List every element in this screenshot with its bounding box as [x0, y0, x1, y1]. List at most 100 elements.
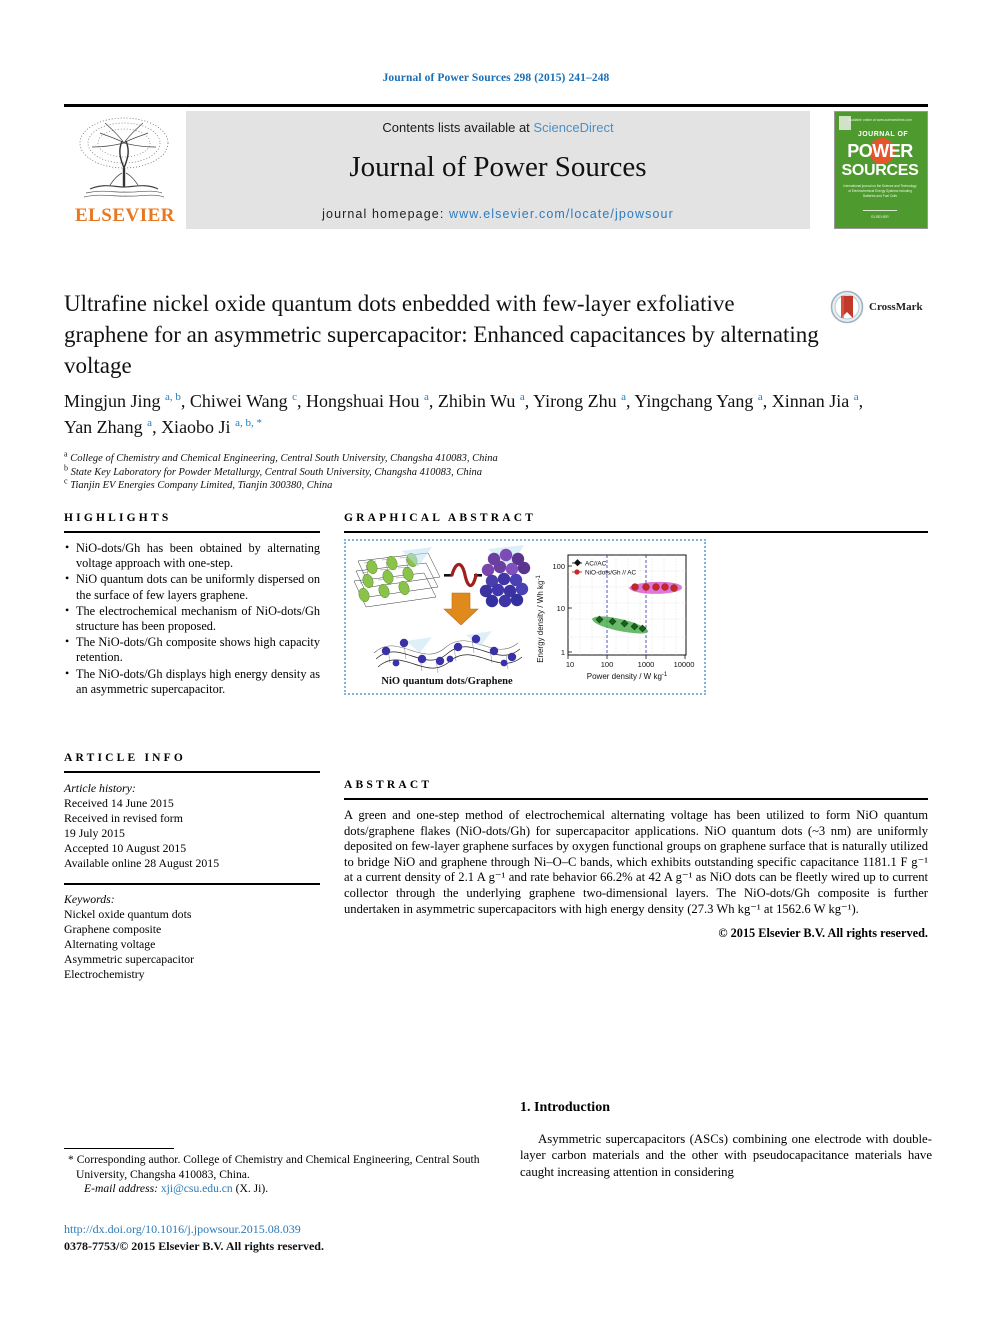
chart-legend-label: AC//AC [585, 561, 607, 568]
article-history-item: Received 14 June 2015 [64, 796, 174, 811]
journal-masthead: ELSEVIER Contents lists available at Sci… [64, 104, 928, 229]
list-item: NiO quantum dots can be uniformly disper… [64, 571, 320, 602]
footnote-divider [64, 1148, 174, 1149]
svg-text:POWER: POWER [847, 141, 913, 161]
keyword-item: Graphene composite [64, 922, 162, 937]
chart-y-tick: 1 [561, 648, 565, 657]
contents-available-line: Contents lists available at ScienceDirec… [186, 120, 810, 135]
highlights-box: NiO-dots/Gh has been obtained by alterna… [64, 531, 320, 697]
footnote-block: * Corresponding author. College of Chemi… [64, 1153, 504, 1197]
article-history-item: Received in revised form [64, 811, 183, 826]
graphical-abstract-caption: NiO quantum dots/Graphene [381, 676, 513, 687]
keywords-label: Keywords: [64, 892, 115, 907]
journal-title: Journal of Power Sources [349, 151, 647, 183]
cover-artwork: Available online at www.sciencedirect.co… [835, 112, 925, 228]
list-item: The NiO-dots/Gh composite shows high cap… [64, 634, 320, 665]
left-column: Highlights NiO-dots/Gh has been obtained… [64, 512, 320, 982]
crossmark-icon [830, 290, 864, 324]
author-item: Hongshuai Hou a [306, 391, 429, 411]
crossmark-badge[interactable]: CrossMark [830, 287, 940, 327]
article-history-label: Article history: [64, 781, 136, 796]
chart-y-tick: 100 [552, 562, 565, 571]
running-head: Journal of Power Sources 298 (2015) 241–… [382, 72, 610, 84]
author-item: Xiaobo Ji a, b, * [161, 417, 262, 437]
svg-text:International journal on the S: International journal on the Science and… [843, 184, 917, 188]
masthead-banner: Contents lists available at ScienceDirec… [186, 111, 810, 229]
journal-cover-thumbnail: Available online at www.sciencedirect.co… [834, 111, 928, 229]
graphical-abstract-rule [344, 531, 928, 533]
affiliation-list: a College of Chemistry and Chemical Engi… [64, 449, 764, 493]
affiliation-item: a College of Chemistry and Chemical Engi… [64, 449, 498, 464]
crossmark-label: CrossMark [869, 301, 923, 313]
doi-link[interactable]: http://dx.doi.org/10.1016/j.jpowsour.201… [64, 1222, 301, 1237]
chart-y-tick: 10 [557, 604, 565, 613]
abstract-heading: Abstract [344, 779, 433, 791]
graphical-abstract-figure: NiO quantum dots/Graphene Energy density… [344, 539, 706, 695]
graphene-sheet-icon [353, 547, 441, 608]
affiliation-item: c Tianjin EV Energies Company Limited, T… [64, 476, 333, 491]
author-item: Zhibin Wu a [437, 391, 525, 411]
article-info-box: Article history: Received 14 June 2015 R… [64, 771, 320, 982]
chart-y-axis-label: Energy density / Wh kg-1 [536, 575, 545, 663]
list-item: The electrochemical mechanism of NiO-dot… [64, 603, 320, 634]
article-history-item: Accepted 10 August 2015 [64, 841, 187, 856]
keyword-item: Asymmetric supercapacitor [64, 952, 195, 967]
article-info-divider [64, 883, 320, 886]
article-history-item: 19 July 2015 [64, 826, 125, 841]
abstract-paragraph: A green and one-step method of electroch… [344, 808, 928, 916]
introduction-paragraph: Asymmetric supercapacitors (ASCs) combin… [520, 1132, 932, 1179]
chart-x-tick: 10000 [674, 660, 695, 669]
author-item: Yan Zhang a [64, 417, 153, 437]
svg-text:SOURCES: SOURCES [841, 162, 919, 179]
ragone-plot-chart: Energy density / Wh kg-1 100 10 1 10 100… [536, 554, 695, 681]
chart-x-tick: 100 [601, 660, 614, 669]
chart-legend-label: NiO-dots/Gh // AC [585, 570, 637, 577]
svg-text:of Electrochemical Energy Syst: of Electrochemical Energy Systems includ… [848, 189, 912, 193]
sciencedirect-link[interactable]: ScienceDirect [533, 120, 613, 135]
author-list: Mingjun Jing a, b, Chiwei Wang c, Hongsh… [64, 391, 864, 437]
article-first-page: Journal of Power Sources 298 (2015) 241–… [0, 0, 992, 1323]
introduction-heading: 1. Introduction [520, 1100, 610, 1115]
corresponding-author-note: * Corresponding author. College of Chemi… [68, 1153, 480, 1181]
elsevier-wordmark: ELSEVIER [74, 205, 176, 226]
affiliation-text: State Key Laboratory for Powder Metallur… [70, 466, 483, 478]
right-column: Graphical abstract [344, 512, 928, 941]
svg-text:JOURNAL OF: JOURNAL OF [858, 131, 909, 138]
chart-x-tick: 10 [566, 660, 574, 669]
chart-x-axis-label: Power density / W kg-1 [587, 672, 668, 681]
nio-particle-cluster-icon [479, 545, 531, 608]
keyword-item: Electrochemistry [64, 967, 145, 982]
svg-text:ELSEVIER: ELSEVIER [871, 215, 889, 219]
elsevier-tree-icon [79, 117, 169, 198]
nio-dots-on-graphene-icon [373, 631, 523, 674]
elsevier-logo: ELSEVIER [64, 111, 186, 229]
chart-x-tick: 1000 [638, 660, 655, 669]
svg-text:Available online at www.scienc: Available online at www.sciencedirect.co… [848, 118, 912, 122]
keyword-item: Alternating voltage [64, 937, 156, 952]
graphical-abstract-heading: Graphical abstract [344, 512, 537, 524]
issn-copyright: 0378-7753/© 2015 Elsevier B.V. All right… [64, 1239, 324, 1253]
keyword-item: Nickel oxide quantum dots [64, 907, 192, 922]
list-item: NiO-dots/Gh has been obtained by alterna… [64, 540, 320, 571]
highlights-heading: Highlights [64, 512, 172, 524]
email-suffix: (X. Ji). [235, 1182, 269, 1196]
affiliation-text: College of Chemistry and Chemical Engine… [70, 453, 498, 464]
email-label: E-mail address: [84, 1182, 158, 1196]
email-link[interactable]: xji@csu.edu.cn [161, 1182, 233, 1195]
affiliation-text: Tianjin EV Energies Company Limited, Tia… [70, 480, 333, 491]
contents-prefix: Contents lists available at [382, 120, 534, 135]
author-item: Yirong Zhu a [533, 391, 626, 411]
down-arrow-icon [443, 592, 479, 626]
abstract-box: A green and one-step method of electroch… [344, 798, 928, 941]
page-title: Ultrafine nickel oxide quantum dots enbe… [64, 291, 819, 378]
graphical-abstract-schematic [353, 545, 531, 674]
article-info-heading: Article info [64, 752, 187, 765]
affiliation-item: b State Key Laboratory for Powder Metall… [64, 463, 483, 478]
title-block: Ultrafine nickel oxide quantum dots enbe… [64, 288, 824, 381]
abstract-copyright: © 2015 Elsevier B.V. All rights reserved… [718, 926, 928, 941]
alternating-voltage-icon [444, 562, 482, 588]
author-item: Mingjun Jing a, b [64, 391, 181, 411]
homepage-url[interactable]: www.elsevier.com/locate/jpowsour [449, 207, 674, 221]
author-item: Xinnan Jia a [771, 391, 859, 411]
journal-homepage-line: journal homepage: www.elsevier.com/locat… [186, 207, 810, 221]
